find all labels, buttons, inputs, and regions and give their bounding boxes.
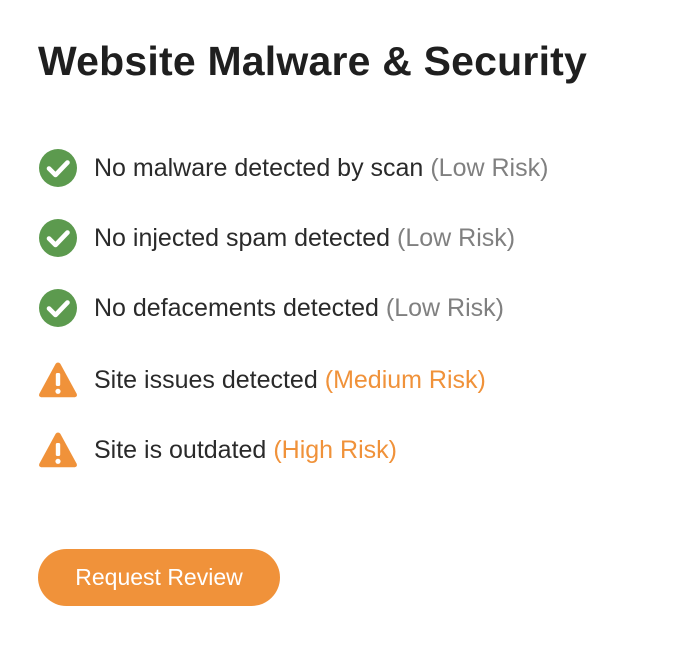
check-circle-icon	[38, 148, 78, 188]
check-item-site-issues: Site issues detected (Medium Risk)	[38, 360, 548, 400]
request-review-button[interactable]: Request Review	[38, 549, 280, 606]
check-circle-icon	[38, 218, 78, 258]
warning-triangle-icon	[38, 430, 78, 470]
risk-level-low: (Low Risk)	[430, 153, 549, 182]
security-check-list: No malware detected by scan (Low Risk) N…	[38, 148, 548, 500]
check-text: Site issues detected	[94, 365, 318, 394]
check-text: No defacements detected	[94, 293, 379, 322]
check-text: No injected spam detected	[94, 223, 391, 252]
check-circle-icon	[38, 288, 78, 328]
risk-level-low: (Low Risk)	[385, 293, 504, 322]
risk-level-medium: (Medium Risk)	[324, 365, 486, 394]
check-text: Site is outdated	[94, 435, 267, 464]
check-item-defacement: No defacements detected (Low Risk)	[38, 288, 548, 328]
risk-level-low: (Low Risk)	[397, 223, 516, 252]
check-item-spam: No injected spam detected (Low Risk)	[38, 218, 548, 258]
security-panel: Website Malware & Security No malware de…	[0, 0, 700, 651]
check-item-malware: No malware detected by scan (Low Risk)	[38, 148, 548, 188]
page-title: Website Malware & Security	[38, 38, 588, 84]
check-text: No malware detected by scan	[94, 153, 424, 182]
warning-triangle-icon	[38, 360, 78, 400]
check-item-outdated: Site is outdated (High Risk)	[38, 430, 548, 470]
risk-level-high: (High Risk)	[273, 435, 397, 464]
